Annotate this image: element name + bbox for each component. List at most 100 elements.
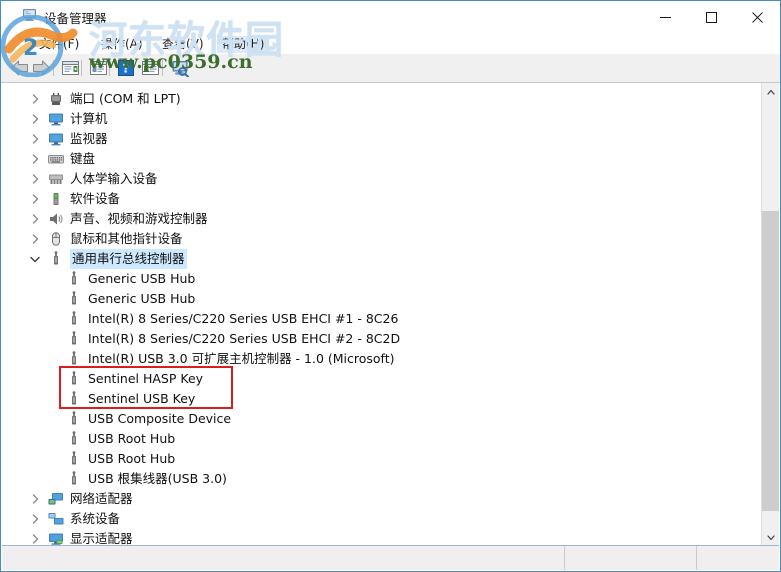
tree-leaf-intel-ehci-1[interactable]: Intel(R) 8 Series/C220 Series USB EHCI #… [46, 309, 398, 329]
chevron-right-icon[interactable] [28, 149, 42, 169]
chevron-right-icon[interactable] [28, 509, 42, 529]
sound-icon [48, 211, 64, 227]
monitor-icon [48, 131, 64, 147]
tree-leaf-label: Sentinel HASP Key [88, 371, 204, 386]
tree-node-monitors[interactable]: 监视器 [28, 129, 108, 149]
tree-node-software-devices[interactable]: 软件设备 [28, 189, 120, 209]
usb-icon [66, 351, 82, 367]
usb-icon [66, 471, 82, 487]
toolbar: ? [1, 54, 780, 83]
search-hardware-changes-button[interactable] [168, 57, 192, 79]
tree-leaf-intel-ehci-2[interactable]: Intel(R) 8 Series/C220 Series USB EHCI #… [46, 329, 400, 349]
menu-action[interactable]: 操作(A) [96, 36, 148, 53]
tree-leaf-label: USB Root Hub [88, 431, 176, 446]
chevron-right-icon[interactable] [28, 529, 42, 546]
network-adapter-icon [48, 491, 64, 507]
scroll-up-button[interactable] [762, 83, 779, 100]
menu-bar: 文件(F) 操作(A) 查看(V) 帮助(H) [1, 34, 780, 54]
usb-icon [66, 311, 82, 327]
tree-leaf-usb-root-hub-2[interactable]: USB Root Hub [46, 449, 175, 469]
usb-icon [66, 411, 82, 427]
tree-node-label: 声音、视频和游戏控制器 [70, 211, 208, 226]
usb-icon [66, 371, 82, 387]
mouse-icon [48, 231, 64, 247]
tree-leaf-label: Intel(R) 8 Series/C220 Series USB EHCI #… [88, 331, 401, 346]
title-bar: 设备管理器 [1, 1, 780, 34]
tree-node-label: 人体学输入设备 [70, 171, 158, 186]
tree-node-label: 显示适配器 [70, 531, 133, 546]
tree-leaf-intel-usb3-xhci[interactable]: Intel(R) USB 3.0 可扩展主机控制器 - 1.0 (Microso… [46, 349, 395, 369]
chevron-right-icon[interactable] [28, 209, 42, 229]
tree-leaf-sentinel-usb-key[interactable]: Sentinel USB Key [46, 389, 195, 409]
device-manager-icon [22, 7, 38, 23]
menu-file[interactable]: 文件(F) [34, 36, 84, 53]
tree-node-hid[interactable]: 人体学输入设备 [28, 169, 158, 189]
minimize-button[interactable] [642, 1, 688, 34]
tree-node-label: 网络适配器 [70, 491, 133, 506]
tree-node-label: 鼠标和其他指针设备 [70, 231, 183, 246]
device-tree[interactable]: 端口 (COM 和 LPT) 计算机 监视器 键盘 人体学输入设备 软件设备 声… [2, 83, 763, 546]
maximize-button[interactable] [688, 1, 734, 34]
back-button[interactable] [7, 57, 31, 79]
chevron-right-icon[interactable] [28, 169, 42, 189]
chevron-right-icon[interactable] [28, 89, 42, 109]
tree-leaf-label: Generic USB Hub [88, 271, 196, 286]
tree-leaf-generic-usb-hub-2[interactable]: Generic USB Hub [46, 289, 195, 309]
status-pane-2 [565, 546, 697, 570]
tree-node-computer[interactable]: 计算机 [28, 109, 108, 129]
scan-devices-button[interactable] [138, 57, 162, 79]
tree-leaf-label: Intel(R) 8 Series/C220 Series USB EHCI #… [88, 311, 399, 326]
tree-node-system-devices[interactable]: 系统设备 [28, 509, 120, 529]
system-device-icon [48, 511, 64, 527]
chevron-right-icon[interactable] [28, 489, 42, 509]
chevron-right-icon[interactable] [28, 109, 42, 129]
tree-node-ports[interactable]: 端口 (COM 和 LPT) [28, 89, 181, 109]
tree-leaf-sentinel-hasp-key[interactable]: Sentinel HASP Key [46, 369, 203, 389]
tree-node-label: 软件设备 [70, 191, 121, 206]
status-pane-3 [697, 546, 779, 570]
toolbar-separator-1 [53, 60, 54, 76]
tree-node-label: 系统设备 [70, 511, 121, 526]
svg-text:?: ? [123, 61, 130, 75]
tree-leaf-usb-root-hub-usb3[interactable]: USB 根集线器(USB 3.0) [46, 469, 227, 489]
tree-node-keyboards[interactable]: 键盘 [28, 149, 95, 169]
usb-icon [66, 331, 82, 347]
tree-node-label: 监视器 [70, 131, 108, 146]
vertical-scrollbar[interactable] [761, 83, 779, 546]
software-device-icon [48, 191, 64, 207]
status-pane-1 [2, 546, 565, 570]
properties-button[interactable] [58, 57, 82, 79]
tree-node-label: 通用串行总线控制器 [70, 249, 187, 269]
chevron-right-icon[interactable] [28, 229, 42, 249]
tree-node-sound-video-game[interactable]: 声音、视频和游戏控制器 [28, 209, 208, 229]
toolbar-separator-4 [162, 60, 163, 76]
close-button[interactable] [734, 1, 780, 34]
computer-icon [48, 111, 64, 127]
window-controls [642, 1, 780, 34]
chevron-right-icon[interactable] [28, 129, 42, 149]
menu-view[interactable]: 查看(V) [157, 36, 209, 53]
toolbar-separator-2 [81, 60, 82, 76]
tree-leaf-usb-root-hub-1[interactable]: USB Root Hub [46, 429, 175, 449]
forward-button[interactable] [29, 57, 53, 79]
tree-node-display-adapters[interactable]: 显示适配器 [28, 529, 133, 546]
tree-node-mice[interactable]: 鼠标和其他指针设备 [28, 229, 183, 249]
tree-leaf-label: USB Root Hub [88, 451, 176, 466]
menu-help[interactable]: 帮助(H) [217, 36, 270, 53]
port-icon [48, 91, 64, 107]
update-driver-button[interactable] [86, 57, 110, 79]
tree-node-network-adapters[interactable]: 网络适配器 [28, 489, 133, 509]
tree-leaf-generic-usb-hub-1[interactable]: Generic USB Hub [46, 269, 195, 289]
tree-node-usb-controllers[interactable]: 通用串行总线控制器 [28, 249, 187, 269]
usb-icon [66, 391, 82, 407]
scroll-thumb[interactable] [762, 211, 779, 511]
toolbar-separator-3 [109, 60, 110, 76]
scroll-down-button[interactable] [762, 529, 779, 546]
chevron-down-icon[interactable] [28, 249, 42, 269]
chevron-right-icon[interactable] [28, 189, 42, 209]
tree-node-label: 端口 (COM 和 LPT) [70, 91, 181, 106]
tree-leaf-usb-composite-device[interactable]: USB Composite Device [46, 409, 231, 429]
usb-icon [66, 271, 82, 287]
help-button[interactable]: ? [114, 57, 138, 79]
keyboard-icon [48, 151, 64, 167]
